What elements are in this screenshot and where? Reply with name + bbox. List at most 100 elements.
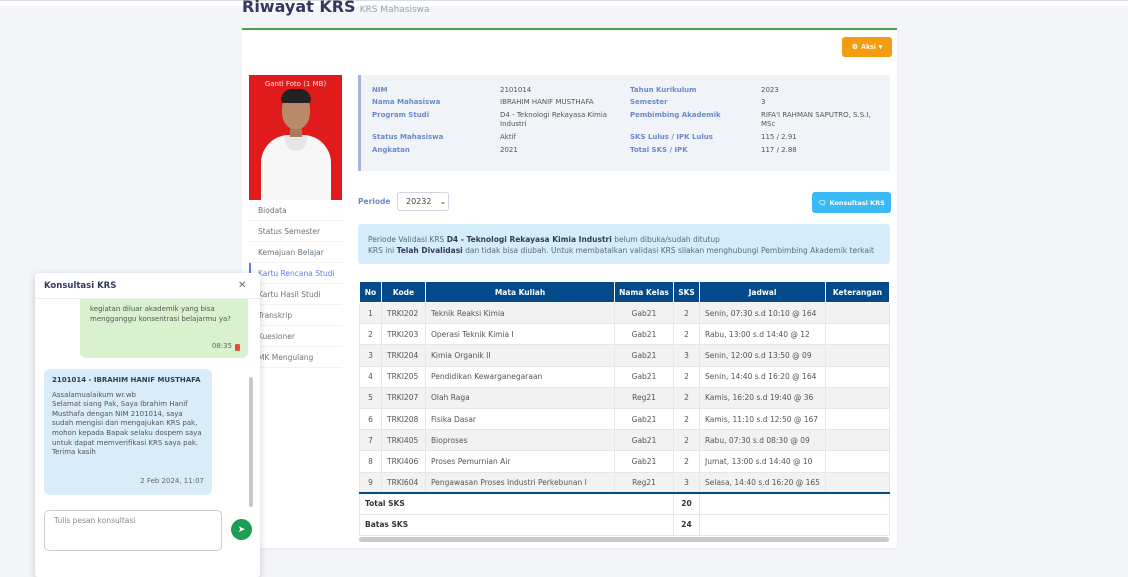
table-cell: 2 bbox=[673, 407, 700, 431]
sidebar-item-kemajuan-belajar[interactable]: Kemajuan Belajar bbox=[249, 242, 342, 263]
chat-scrollbar[interactable] bbox=[249, 377, 253, 507]
table-cell: TRKI208 bbox=[381, 407, 426, 431]
table-cell bbox=[825, 344, 890, 367]
chat-title: Konsultasi KRS bbox=[44, 281, 117, 291]
table-cell: Fisika Dasar bbox=[425, 407, 615, 431]
table-cell: 5 bbox=[359, 386, 382, 409]
table-cell: Rabu, 13:00 s.d 14:40 @ 12 bbox=[699, 323, 826, 346]
table-cell: 6 bbox=[359, 407, 382, 431]
batas-sks-value-cell: 24 bbox=[673, 513, 700, 536]
chat-message-mine: kegiatan diluar akademik yang bisa mengg… bbox=[80, 299, 248, 358]
sidebar-item-kuesioner[interactable]: Kuesioner bbox=[249, 326, 342, 347]
table-cell bbox=[825, 471, 890, 494]
table-cell: TRKI207 bbox=[381, 386, 426, 409]
table-horizontal-scrollbar[interactable] bbox=[359, 537, 889, 542]
student-message-time: 2 Feb 2024, 11:07 bbox=[140, 477, 204, 486]
chat-message-input[interactable]: Tulis pesan konsultasi bbox=[44, 510, 222, 551]
table-row: 1 TRKI202 Teknik Reaksi Kimia Gab21 2 Senin, … bbox=[359, 301, 890, 325]
table-cell bbox=[825, 429, 890, 452]
sidebar-item-transkrip[interactable]: Transkrip bbox=[249, 305, 342, 326]
my-message-text: kegiatan diluar akademik yang bisa mengg… bbox=[90, 305, 231, 323]
student-sidemenu: Biodata Status Semester Kemajuan Belajar… bbox=[249, 200, 342, 368]
nim-label: NIM bbox=[372, 86, 388, 94]
sidebar-item-status-semester[interactable]: Status Semester bbox=[249, 221, 342, 242]
table-cell: 3 bbox=[673, 471, 700, 494]
semester-label: Semester bbox=[630, 98, 668, 106]
angkatan-label: Angkatan bbox=[372, 146, 410, 154]
table-cell: 2 bbox=[673, 450, 700, 473]
table-cell: Pengawasan Proses Industri Perkebunan I bbox=[425, 471, 615, 494]
table-cell: Selasa, 14:40 s.d 16:20 @ 165 bbox=[699, 471, 826, 494]
pembimbing-label: Pembimbing Akademik bbox=[630, 111, 721, 119]
table-cell: Gab21 bbox=[614, 344, 674, 367]
periode-label: Periode bbox=[358, 197, 391, 206]
th-no: No bbox=[359, 281, 382, 303]
sidebar-item-mk-mengulang[interactable]: MK Mengulang bbox=[249, 347, 342, 368]
chat-icon: 🗨 bbox=[818, 198, 827, 207]
close-icon[interactable]: ✕ bbox=[238, 280, 246, 291]
table-cell: Teknik Reaksi Kimia bbox=[425, 301, 615, 325]
table-cell: 2 bbox=[673, 429, 700, 452]
table-cell: Olah Raga bbox=[425, 386, 615, 409]
th-kode: Kode bbox=[381, 281, 426, 303]
nim-value: 2101014 bbox=[500, 86, 532, 94]
table-cell: 2 bbox=[673, 365, 700, 388]
trash-icon[interactable] bbox=[235, 344, 240, 351]
table-cell: Operasi Teknik Kimia I bbox=[425, 323, 615, 346]
table-cell: TRKI205 bbox=[381, 365, 426, 388]
table-cell: Reg21 bbox=[614, 386, 674, 409]
table-row: 7 TRKI405 Bioproses Gab21 2 Rabu, 07:30 s.d 0… bbox=[359, 429, 890, 452]
alert-line-1: Periode Validasi KRS D4 - Teknologi Reka… bbox=[368, 235, 720, 244]
total-sks-row: Total SKS 20 bbox=[359, 492, 890, 515]
semester-value: 3 bbox=[761, 98, 766, 106]
table-cell: Rabu, 07:30 s.d 08:30 @ 09 bbox=[699, 429, 826, 452]
konsultasi-chat-panel: Konsultasi KRS ✕ kegiatan diluar akademi… bbox=[35, 273, 260, 577]
table-cell: 3 bbox=[359, 344, 382, 367]
total-sks-value-cell: 20 bbox=[673, 492, 700, 515]
table-cell: Gab21 bbox=[614, 407, 674, 431]
angkatan-value: 2021 bbox=[500, 146, 518, 154]
table-cell: TRKI405 bbox=[381, 429, 426, 452]
table-cell bbox=[825, 450, 890, 473]
periode-value: 20232 bbox=[406, 197, 432, 206]
table-cell: 2 bbox=[673, 323, 700, 346]
table-cell: Gab21 bbox=[614, 450, 674, 473]
th-jadwal: Jadwal bbox=[699, 281, 826, 303]
sidebar-item-biodata[interactable]: Biodata bbox=[249, 200, 342, 221]
table-cell bbox=[825, 407, 890, 431]
change-photo-label[interactable]: Ganti Foto (1 MB) bbox=[249, 80, 342, 88]
table-cell: Kamis, 16:20 s.d 19:40 @ 36 bbox=[699, 386, 826, 409]
table-cell: 2 bbox=[673, 386, 700, 409]
message-sender: 2101014 - IBRAHIM HANIF MUSTHAFA bbox=[52, 376, 201, 384]
prodi-value: D4 - Teknologi Rekayasa Kimia Industri bbox=[500, 111, 608, 128]
table-cell: TRKI406 bbox=[381, 450, 426, 473]
table-cell: 8 bbox=[359, 450, 382, 473]
sidebar-item-khs[interactable]: Kartu Hasil Studi bbox=[249, 284, 342, 305]
table-body: 1 TRKI202 Teknik Reaksi Kimia Gab21 2 Senin, … bbox=[359, 301, 890, 494]
table-cell: 7 bbox=[359, 429, 382, 452]
konsultasi-krs-button[interactable]: 🗨 Konsultasi KRS bbox=[812, 192, 891, 213]
th-mata-kuliah: Mata Kuliah bbox=[425, 281, 615, 303]
nama-label: Nama Mahasiswa bbox=[372, 98, 441, 106]
chevron-down-icon: ⌄ bbox=[439, 197, 447, 206]
page-title-text: Riwayat KRS bbox=[242, 0, 356, 16]
aksi-dropdown-button[interactable]: ⚙ Aksi ▾ bbox=[842, 37, 892, 57]
table-row: 3 TRKI204 Kimia Organik II Gab21 3 Senin, 12:… bbox=[359, 344, 890, 367]
table-cell: 3 bbox=[673, 344, 700, 367]
send-icon[interactable]: ➤ bbox=[231, 519, 252, 540]
page-subtitle: KRS Mahasiswa bbox=[359, 5, 430, 15]
table-cell: Senin, 07:30 s.d 10:10 @ 164 bbox=[699, 301, 826, 325]
student-message-text: Assalamualaikum wr.wb Selamat siang Pak,… bbox=[52, 390, 202, 457]
table-cell: Gab21 bbox=[614, 323, 674, 346]
table-cell: 4 bbox=[359, 365, 382, 388]
table-cell: 2 bbox=[359, 323, 382, 346]
sidebar-item-krs[interactable]: Kartu Rencana Studi bbox=[249, 263, 342, 284]
table-cell: 2 bbox=[673, 301, 700, 325]
table-cell: Pendidikan Kewarganegaraan bbox=[425, 365, 615, 388]
student-photo[interactable]: Ganti Foto (1 MB) bbox=[249, 75, 342, 200]
aksi-label: Aksi bbox=[860, 43, 876, 51]
periode-select[interactable]: 20232 ⌄ bbox=[397, 192, 449, 211]
table-cell: TRKI202 bbox=[381, 301, 426, 325]
table-cell: 9 bbox=[359, 471, 382, 494]
table-row: 9 TRKI604 Pengawasan Proses Industri Perke… bbox=[359, 471, 890, 494]
